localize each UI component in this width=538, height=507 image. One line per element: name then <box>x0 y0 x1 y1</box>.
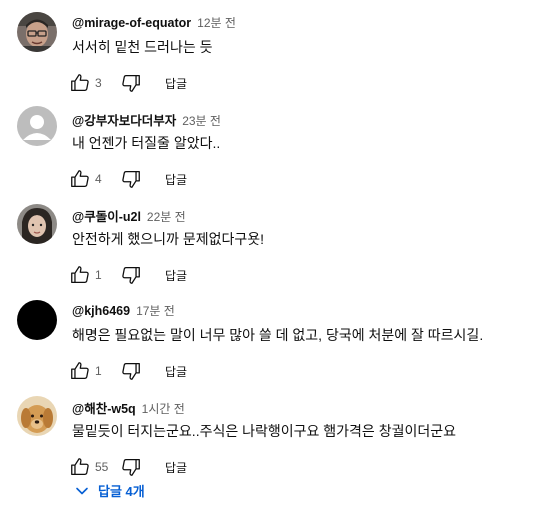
view-replies-button[interactable]: 답글 4개 <box>74 481 145 500</box>
dislike-button[interactable] <box>119 167 143 191</box>
comment-text: 해명은 필요없는 말이 너무 많아 쓸 데 없고, 당국에 처분에 잘 따르시길… <box>72 327 484 343</box>
like-button[interactable] <box>68 263 92 287</box>
like-count: 1 <box>95 268 102 282</box>
black-circle-avatar-icon <box>17 300 57 340</box>
comment-author[interactable]: @해찬-w5q <box>72 398 136 417</box>
comment-author[interactable]: @kjh6469 <box>72 304 130 318</box>
comment-timestamp[interactable]: 12분 전 <box>197 14 236 31</box>
thumbs-up-icon <box>71 362 89 379</box>
comment-actions: 4 답글 <box>68 167 530 191</box>
thumbs-down-icon <box>122 75 140 92</box>
reply-button[interactable]: 답글 <box>165 75 187 92</box>
comment-timestamp[interactable]: 17분 전 <box>136 302 175 319</box>
comment-actions: 1 답글 <box>68 263 530 287</box>
thumbs-up-icon <box>71 266 89 283</box>
comment-actions: 1 답글 <box>68 359 530 383</box>
avatar[interactable] <box>17 300 57 340</box>
thumbs-down-icon <box>122 171 140 188</box>
like-button[interactable] <box>68 455 92 479</box>
reply-button[interactable]: 답글 <box>165 459 187 476</box>
default-user-icon <box>17 106 57 146</box>
avatar[interactable] <box>17 12 57 52</box>
avatar[interactable] <box>17 106 57 146</box>
thumbs-up-icon <box>71 74 89 91</box>
dislike-button[interactable] <box>119 359 143 383</box>
comment-actions: 55 답글 <box>68 455 530 479</box>
chevron-down-icon <box>76 487 88 494</box>
comment-timestamp[interactable]: 23분 전 <box>182 112 221 129</box>
like-button[interactable] <box>68 167 92 191</box>
view-replies-label: 답글 4개 <box>98 484 145 499</box>
comment-actions: 3 답글 <box>68 71 530 95</box>
avatar[interactable] <box>17 204 57 244</box>
thumbs-up-icon <box>71 170 89 187</box>
thumbs-down-icon <box>122 363 140 380</box>
comment-text: 내 언젠가 터질줄 알았다.. <box>72 135 221 151</box>
comment-timestamp[interactable]: 1시간 전 <box>142 400 185 417</box>
like-count: 4 <box>95 172 102 186</box>
reply-button[interactable]: 답글 <box>165 363 187 380</box>
comment-text: 물밑듯이 터지는군요..주식은 나락행이구요 햄가격은 창궐이더군요 <box>72 423 456 439</box>
avatar[interactable] <box>17 396 57 436</box>
comment-author[interactable]: @쿠돌이-u2l <box>72 206 141 225</box>
thumbs-down-icon <box>122 267 140 284</box>
dislike-button[interactable] <box>119 455 143 479</box>
comment-author[interactable]: @mirage-of-equator <box>72 16 191 30</box>
comment-timestamp[interactable]: 22분 전 <box>147 208 186 225</box>
like-count: 55 <box>95 460 109 474</box>
thumbs-up-icon <box>71 458 89 475</box>
comment-text: 서서히 밑천 드러나는 듯 <box>72 39 213 55</box>
like-button[interactable] <box>68 359 92 383</box>
reply-button[interactable]: 답글 <box>165 267 187 284</box>
like-count: 1 <box>95 364 102 378</box>
thumbs-down-icon <box>122 459 140 476</box>
avatar-photo-icon <box>17 204 57 244</box>
reply-button[interactable]: 답글 <box>165 171 187 188</box>
comment-author[interactable]: @강부자보다더부자 <box>72 110 176 129</box>
comment-text: 안전하게 했으니까 문제없다구욧! <box>72 231 264 247</box>
avatar-photo-icon <box>17 12 57 52</box>
like-count: 3 <box>95 76 102 90</box>
dislike-button[interactable] <box>119 71 143 95</box>
like-button[interactable] <box>68 71 92 95</box>
dog-photo-avatar-icon <box>17 396 57 436</box>
dislike-button[interactable] <box>119 263 143 287</box>
